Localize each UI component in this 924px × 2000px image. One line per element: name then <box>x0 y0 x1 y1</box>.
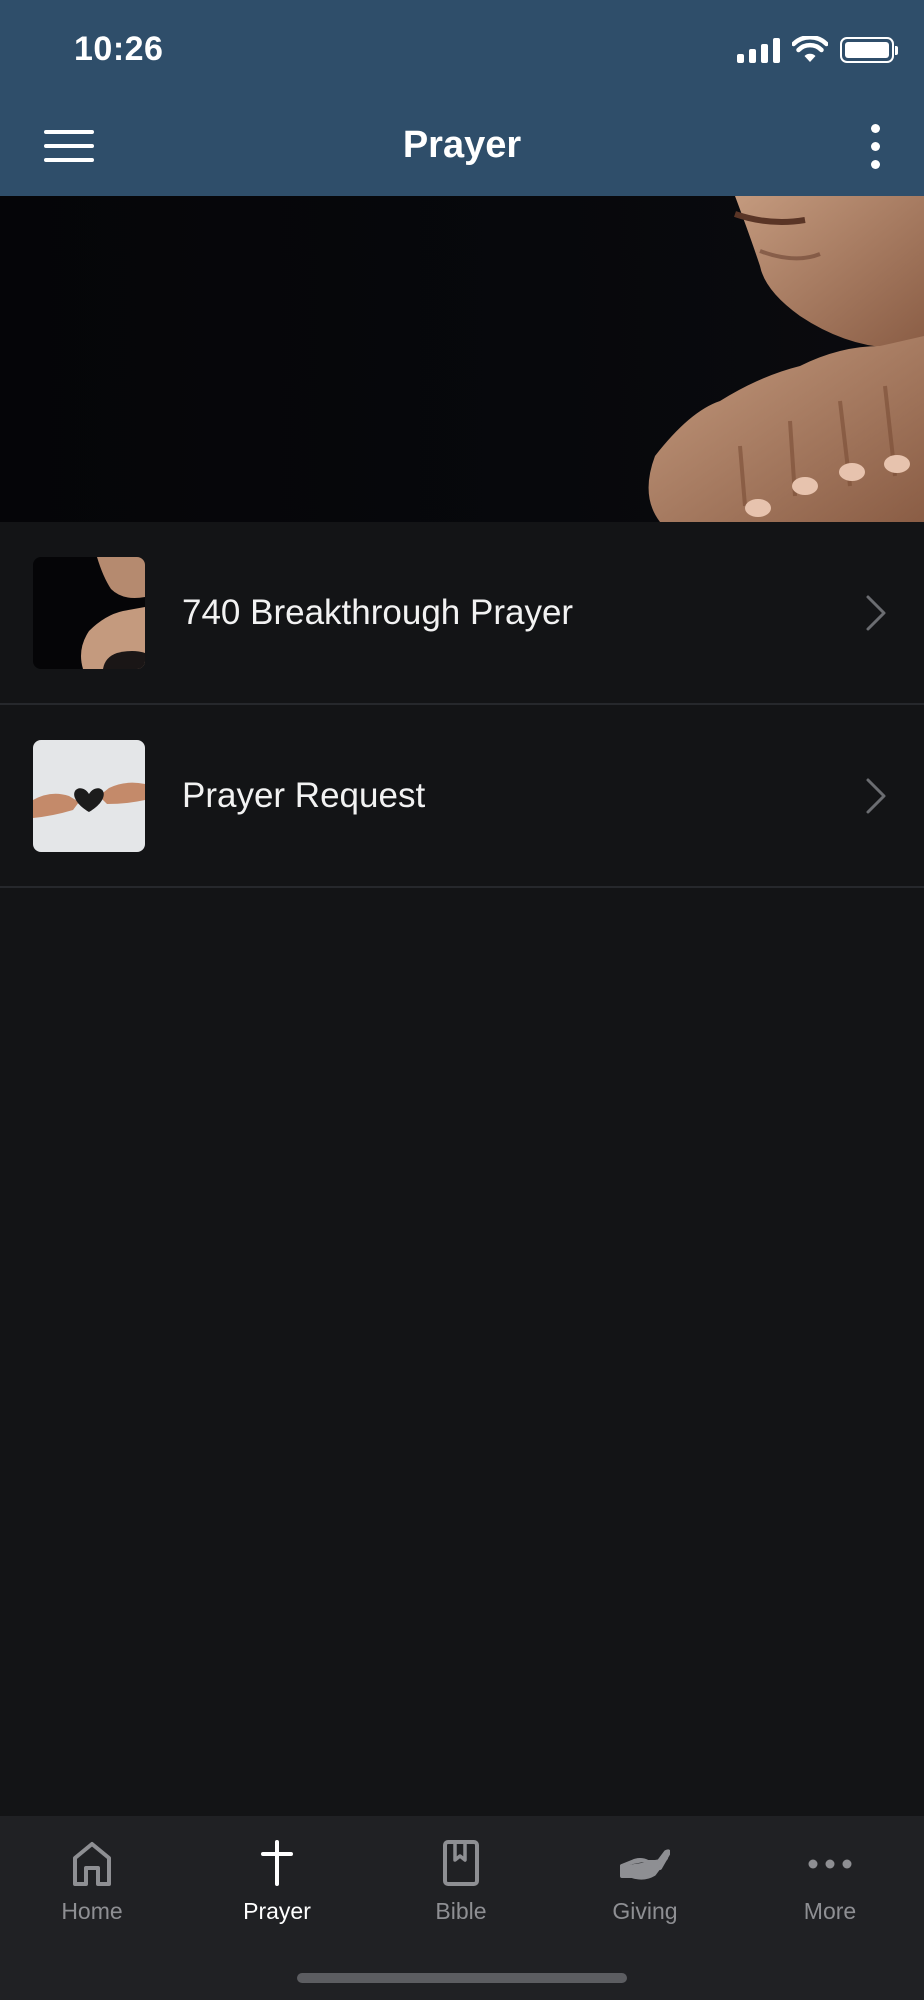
cellular-signal-icon <box>737 37 780 63</box>
battery-icon <box>840 37 898 63</box>
page-title: Prayer <box>402 124 522 166</box>
nav-tab-more[interactable]: More <box>760 1840 900 1925</box>
nav-label: Home <box>61 1898 123 1924</box>
prayer-screen: 10:26 Prayer 740 Breakthrough Prayer Pra… <box>0 0 924 2000</box>
chevron-right-icon <box>866 595 886 630</box>
giving-hand-icon <box>620 1849 670 1880</box>
list-item-breakthrough-prayer[interactable]: 740 Breakthrough Prayer <box>0 522 924 705</box>
kebab-menu-button[interactable] <box>866 124 886 170</box>
nav-label: Prayer <box>243 1898 311 1924</box>
list-item-label: 740 Breakthrough Prayer <box>182 592 574 632</box>
home-icon <box>73 1842 111 1886</box>
bible-icon <box>443 1840 479 1886</box>
home-indicator[interactable] <box>297 1973 627 1983</box>
prayer-list: 740 Breakthrough Prayer Prayer Request <box>0 522 924 888</box>
nav-label: Giving <box>612 1898 678 1924</box>
more-dots-icon <box>808 1859 852 1869</box>
nav-label: Bible <box>435 1898 487 1924</box>
list-item-label: Prayer Request <box>182 775 426 815</box>
praying-hands-thumbnail <box>33 556 145 669</box>
nav-tab-home[interactable]: Home <box>22 1840 162 1925</box>
top-bar: 10:26 Prayer <box>0 0 924 196</box>
wifi-icon <box>792 36 828 62</box>
chevron-right-icon <box>866 778 886 813</box>
nav-tab-giving[interactable]: Giving <box>575 1840 715 1925</box>
nav-tab-prayer[interactable]: Prayer <box>207 1840 347 1925</box>
status-icons <box>737 36 898 64</box>
hands-heart-thumbnail <box>33 739 145 852</box>
status-time: 10:26 <box>74 30 164 68</box>
list-item-prayer-request[interactable]: Prayer Request <box>0 705 924 888</box>
nav-tab-bible[interactable]: Bible <box>391 1840 531 1925</box>
cross-icon <box>261 1840 293 1886</box>
hero-banner-image <box>0 196 924 522</box>
nav-label: More <box>803 1898 857 1924</box>
